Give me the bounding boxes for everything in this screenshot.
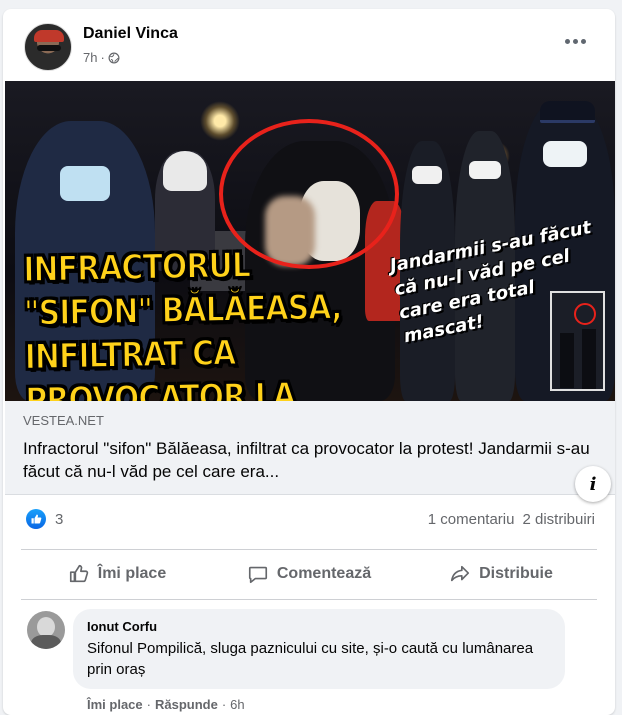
inset-highlight-circle (574, 303, 596, 325)
avatar-glasses (37, 45, 61, 51)
comment-actions: Îmi place · Răspunde · 6h (87, 697, 245, 712)
comment-author[interactable]: Ionut Corfu (87, 619, 551, 634)
comment-button[interactable]: Comentează (213, 552, 405, 596)
like-reaction-icon[interactable] (26, 509, 46, 529)
globe-icon (108, 52, 120, 63)
inset-person (582, 329, 596, 389)
avatar-head (37, 617, 55, 637)
reaction-stats: 3 1 comentariu 2 distribuiri (3, 505, 615, 535)
post-meta: 7h · (83, 50, 120, 65)
separator: · (221, 697, 227, 712)
comment-label: Comentează (276, 565, 372, 582)
thumbs-up-icon (69, 564, 88, 583)
comment-bubble: Ionut Corfu Sifonul Pompilică, sluga paz… (73, 609, 565, 689)
comment-time[interactable]: 6h (230, 697, 244, 712)
post-card: Daniel Vinca 7h · INFRACTORUL "SIFON" BĂ… (3, 9, 615, 715)
commenter-avatar[interactable] (27, 611, 65, 649)
share-button[interactable]: Distribuie (405, 552, 597, 596)
hood (163, 151, 207, 191)
avatar-hat (34, 30, 64, 42)
post-header: Daniel Vinca 7h · (3, 9, 615, 81)
face-mask (60, 166, 110, 201)
more-dot (572, 38, 578, 44)
stats-right: 1 comentariu 2 distribuiri (428, 511, 595, 528)
inset-person (560, 333, 574, 388)
author-name[interactable]: Daniel Vinca (83, 25, 178, 43)
comments-count[interactable]: 1 comentariu (428, 511, 515, 528)
comment-reply-button[interactable]: Răspunde (155, 697, 218, 712)
share-label: Distribuie (479, 565, 553, 582)
post-image[interactable]: Infractorul "sifon" Bălăeasa, infiltrat … (5, 81, 615, 401)
more-dot (580, 38, 586, 44)
link-preview[interactable]: i VESTEA.NET Infractorul "sifon" Bălăeas… (5, 401, 615, 502)
reaction-count[interactable]: 3 (55, 511, 63, 528)
comment-text: Sifonul Pompilică, sluga paznicului cu s… (87, 640, 534, 678)
face-mask (412, 166, 442, 184)
street-light (200, 101, 240, 141)
divider (21, 549, 597, 550)
image-overlay-title: Infractorul "sifon" Bălăeasa, infiltrat … (22, 245, 342, 401)
thumbs-up-icon (31, 514, 42, 524)
info-icon[interactable]: i (575, 466, 611, 502)
more-dot (564, 38, 570, 44)
divider (21, 599, 597, 600)
gendarme-cap (540, 101, 595, 123)
inset-photo (550, 291, 605, 391)
share-icon (451, 565, 470, 582)
face-mask (543, 141, 587, 167)
link-domain: VESTEA.NET (23, 413, 104, 428)
face-mask (469, 161, 501, 179)
separator: · (146, 697, 151, 712)
like-label: Îmi place (97, 565, 167, 582)
post-actions: Îmi place Comentează Distribuie (21, 552, 597, 596)
comment-like-button[interactable]: Îmi place (87, 697, 143, 712)
like-button[interactable]: Îmi place (21, 552, 213, 596)
more-options-button[interactable] (557, 29, 593, 53)
shares-count[interactable]: 2 distribuiri (522, 511, 595, 528)
link-title[interactable]: Infractorul "sifon" Bălăeasa, infiltrat … (23, 437, 603, 483)
author-avatar[interactable] (24, 23, 72, 71)
meta-dot: · (100, 50, 105, 65)
post-time[interactable]: 7h (83, 50, 97, 65)
avatar-body (31, 635, 61, 649)
comment-icon (248, 566, 267, 584)
